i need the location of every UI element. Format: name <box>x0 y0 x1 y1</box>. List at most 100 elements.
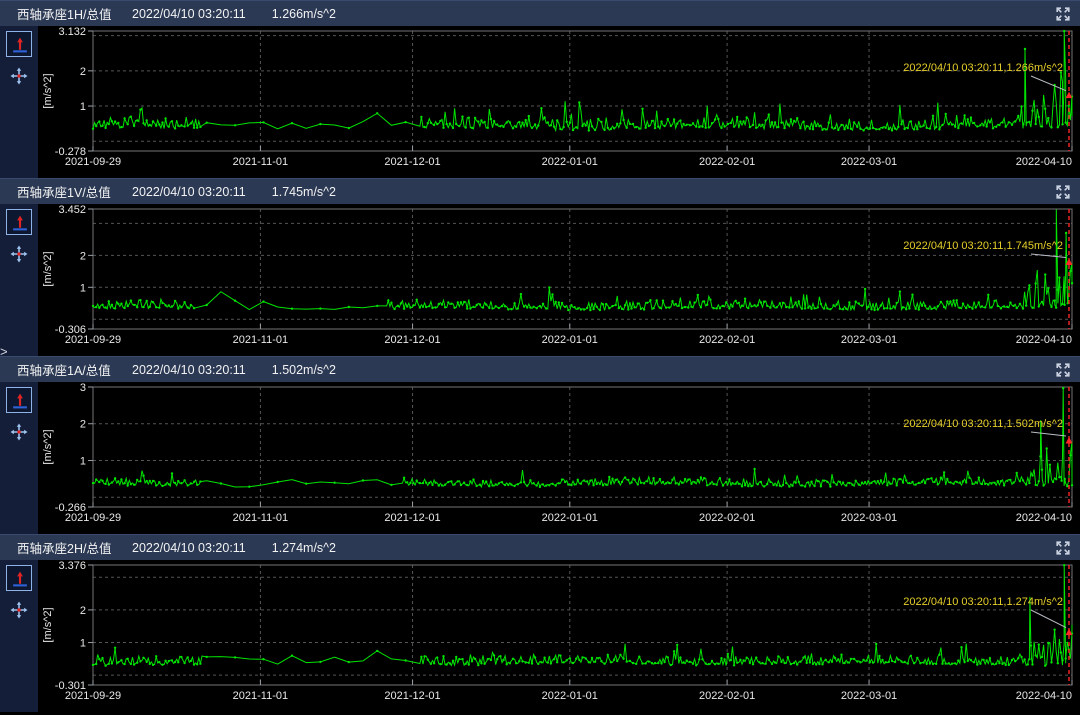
data-point-marker <box>697 294 699 296</box>
data-point-marker <box>517 483 519 485</box>
data-point-marker <box>986 125 988 127</box>
data-point-marker <box>663 125 665 127</box>
data-point-marker <box>965 481 967 483</box>
pan-tool[interactable] <box>6 597 32 623</box>
x-tick-label: 2022-03-01 <box>841 690 897 702</box>
data-point-marker <box>624 304 626 306</box>
chart-area[interactable]: 2021-09-292021-11-012021-12-012022-01-01… <box>38 26 1080 178</box>
data-point-marker <box>885 127 887 129</box>
data-point-marker <box>1011 659 1013 661</box>
data-point-marker <box>774 121 776 123</box>
data-point-marker <box>875 128 877 130</box>
data-point-marker <box>714 118 716 120</box>
data-point-marker <box>512 658 514 660</box>
data-point-marker <box>547 121 549 123</box>
data-point-marker <box>927 308 929 310</box>
plot-border <box>93 31 1072 151</box>
data-point-marker <box>727 653 729 655</box>
data-point-marker <box>948 662 950 664</box>
data-point-marker <box>1066 485 1068 487</box>
cursor-point-marker <box>1066 92 1073 99</box>
data-point-marker <box>692 122 694 124</box>
single-cursor-tool[interactable] <box>6 209 32 235</box>
data-point-marker <box>596 306 598 308</box>
chart-area[interactable]: 2021-09-292021-11-012021-12-012022-01-01… <box>38 204 1080 356</box>
data-point-marker <box>779 485 781 487</box>
data-point-marker <box>866 659 868 661</box>
data-point-marker <box>177 661 179 663</box>
data-point-marker <box>406 481 408 483</box>
data-point-marker <box>796 663 798 665</box>
data-point-marker <box>504 305 506 307</box>
panel-header: 西轴承座1V/总值 2022/04/10 03:20:11 1.745m/s^2 <box>0 178 1080 204</box>
chart-toolbar <box>0 204 38 356</box>
single-cursor-tool[interactable] <box>6 387 32 413</box>
data-point-marker <box>158 661 160 663</box>
cursor-value: 1.274m/s^2 <box>272 541 336 555</box>
data-point-marker <box>458 658 460 660</box>
data-point-marker <box>902 481 904 483</box>
chart-area[interactable]: 2021-09-292021-11-012021-12-012022-01-01… <box>38 560 1080 712</box>
x-tick-label: 2021-12-01 <box>384 690 440 702</box>
chart-canvas[interactable]: 2021-09-292021-11-012021-12-012022-01-01… <box>38 382 1080 534</box>
cursor-value: 1.266m/s^2 <box>272 7 336 21</box>
data-point-marker <box>932 115 934 117</box>
data-point-marker <box>856 126 858 128</box>
pan-tool[interactable] <box>6 241 32 267</box>
data-point-marker <box>845 484 847 486</box>
data-point-marker <box>810 308 812 310</box>
data-point-marker <box>963 114 965 116</box>
data-point-marker <box>843 128 845 130</box>
pan-tool[interactable] <box>6 63 32 89</box>
chart-canvas[interactable]: 2021-09-292021-11-012021-12-012022-01-01… <box>38 26 1080 178</box>
data-point-marker <box>548 484 550 486</box>
data-point-marker <box>777 126 779 128</box>
data-point-marker <box>149 306 151 308</box>
data-point-marker <box>968 477 970 479</box>
single-cursor-tool[interactable] <box>6 565 32 591</box>
data-point-marker <box>772 484 774 486</box>
single-cursor-tool[interactable] <box>6 31 32 57</box>
data-point-marker <box>262 658 264 660</box>
expand-arrows-icon[interactable] <box>1055 540 1071 556</box>
data-point-marker <box>480 662 482 664</box>
data-point-marker <box>416 479 418 481</box>
data-point-marker <box>967 118 969 120</box>
data-point-marker <box>886 484 888 486</box>
data-point-marker <box>158 123 160 125</box>
data-point-marker <box>979 663 981 665</box>
data-point-marker <box>570 304 572 306</box>
chart-canvas[interactable]: 2021-09-292021-11-012021-12-012022-01-01… <box>38 204 1080 356</box>
data-point-marker <box>761 662 763 664</box>
data-point-marker <box>1003 484 1005 486</box>
data-point-marker <box>675 303 677 305</box>
data-point-marker <box>1064 478 1066 480</box>
pan-tool[interactable] <box>6 419 32 445</box>
data-point-marker <box>1020 105 1022 107</box>
data-point-marker <box>431 307 433 309</box>
data-point-marker <box>679 656 681 658</box>
data-point-marker <box>120 303 122 305</box>
chart-area[interactable]: 2021-09-292021-11-012021-12-012022-01-01… <box>38 382 1080 534</box>
data-point-marker <box>735 483 737 485</box>
expand-arrows-icon[interactable] <box>1055 184 1071 200</box>
data-point-marker <box>915 483 917 485</box>
data-point-marker <box>796 117 798 119</box>
data-point-marker <box>654 662 656 664</box>
chart-canvas[interactable]: 2021-09-292021-11-012021-12-012022-01-01… <box>38 560 1080 712</box>
data-point-marker <box>1061 303 1063 305</box>
data-point-marker <box>120 126 122 128</box>
data-point-marker <box>627 479 629 481</box>
data-point-marker <box>771 663 773 665</box>
data-point-marker <box>404 659 406 661</box>
data-point-marker <box>930 308 932 310</box>
data-point-marker <box>651 120 653 122</box>
data-point-marker <box>989 121 991 123</box>
data-point-marker <box>959 481 961 483</box>
expand-arrows-icon[interactable] <box>1055 362 1071 378</box>
collapse-panel-chevron[interactable]: > <box>0 345 8 359</box>
expand-arrows-icon[interactable] <box>1055 6 1071 22</box>
data-point-marker <box>458 125 460 127</box>
data-point-marker <box>825 659 827 661</box>
data-point-marker <box>521 122 523 124</box>
